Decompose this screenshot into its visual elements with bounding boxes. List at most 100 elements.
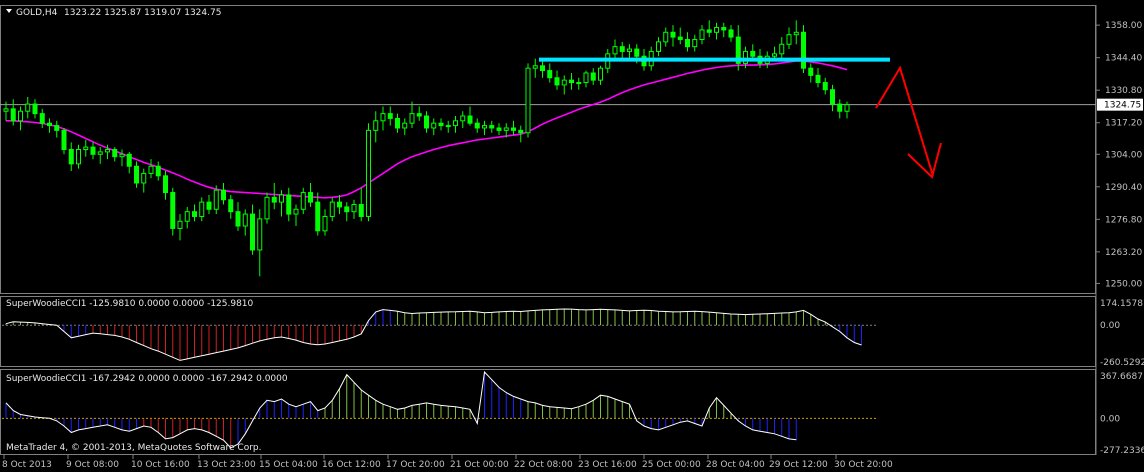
candle-body-bull: [25, 103, 31, 112]
candle: [213, 185, 219, 215]
candle-body-bear: [134, 165, 139, 184]
candle-body-bull: [576, 82, 582, 85]
cci1-tick-label: 0.00: [1100, 321, 1120, 331]
candle: [728, 25, 734, 42]
cci1-tick-label: -260.5292: [1100, 358, 1144, 368]
candle-body-bear: [554, 77, 560, 86]
candle: [525, 63, 531, 138]
candle-body-bear: [221, 189, 226, 201]
candle-body-bull: [279, 194, 284, 203]
candle-body-bear: [315, 201, 321, 232]
candle: [590, 68, 596, 85]
time-tick-label: 22 Oct 08:00: [514, 460, 573, 470]
candle: [808, 63, 814, 83]
candle: [286, 187, 292, 222]
candle-body-bear: [170, 192, 176, 229]
candle-body-bull: [119, 153, 125, 158]
candle: [344, 202, 350, 222]
candle-body-bull: [366, 129, 371, 217]
candle-body-bear: [271, 196, 277, 203]
candle-body-bull: [525, 67, 531, 134]
candle-body-bear: [250, 213, 255, 251]
candle: [250, 204, 255, 255]
time-tick-label: 30 Oct 20:00: [834, 460, 893, 470]
candle: [373, 111, 379, 143]
candle-body-bull: [351, 204, 357, 213]
candle: [670, 25, 676, 47]
candle: [460, 111, 466, 128]
candle: [119, 149, 125, 167]
candle-body-bull: [322, 215, 328, 232]
candle-body-bull: [184, 211, 190, 222]
time-tick-label: 15 Oct 04:00: [259, 460, 318, 470]
candle-body-bear: [837, 103, 843, 112]
candle: [656, 37, 661, 57]
candle-body-bull: [431, 122, 437, 129]
candle: [822, 77, 828, 95]
candle-body-bull: [786, 34, 792, 45]
candle-body-bear: [61, 129, 67, 151]
candle-body-bear: [54, 125, 60, 131]
candle: [438, 118, 444, 131]
time-tick-label: 13 Oct 23:00: [197, 460, 256, 470]
candle-body-bear: [126, 153, 132, 167]
candle-body-bear: [619, 46, 625, 52]
symbol-timeframe: GOLD,H4: [16, 8, 58, 18]
candle: [134, 161, 139, 188]
candle-body-bear: [206, 201, 212, 210]
candle-body-bull: [373, 120, 379, 131]
time-tick-label: 9 Oct 08:00: [66, 460, 119, 470]
candle: [83, 139, 89, 157]
candle-body-bear: [308, 192, 313, 203]
candle: [199, 197, 205, 222]
candle-body-bull: [793, 31, 799, 36]
candle: [489, 120, 495, 133]
candle-body-bull: [402, 122, 408, 129]
candle-body-bull: [714, 27, 719, 33]
candle: [228, 194, 234, 219]
candle: [76, 144, 81, 169]
candle-body-bear: [808, 67, 814, 76]
time-tick-label: 16 Oct 12:00: [322, 460, 381, 470]
candle-body-bear: [192, 211, 197, 217]
candle-body-bull: [242, 213, 248, 227]
candle-body-bull: [300, 192, 306, 210]
candle-body-bull: [105, 149, 110, 153]
cci1-title: SuperWoodieCCI1 -125.9810 0.0000 0.0000 …: [6, 299, 254, 309]
candle: [221, 182, 226, 205]
candle: [148, 159, 154, 179]
candle-body-bear: [547, 70, 553, 79]
price-tick-label: 1263.20: [1105, 248, 1142, 258]
dropdown-triangle-icon[interactable]: [6, 9, 12, 13]
candle-body-bear: [590, 72, 596, 81]
time-tick-label: 23 Oct 16:00: [578, 460, 637, 470]
price-tick-label: 1250.00: [1105, 279, 1142, 289]
candle: [685, 32, 690, 52]
time-tick-label: 29 Oct 12:00: [769, 460, 828, 470]
candle: [351, 199, 357, 219]
candle: [97, 147, 103, 164]
candle: [511, 120, 516, 136]
cci1-tick-label: 174.1578: [1100, 299, 1143, 309]
candle-body-bear: [47, 122, 52, 127]
candle-body-bull: [177, 220, 183, 229]
candle-body-bull: [532, 65, 538, 69]
candle-body-bear: [685, 38, 690, 48]
candle: [293, 204, 299, 227]
candle: [598, 65, 603, 85]
candle: [721, 22, 727, 38]
axes-layer: 1358.00 1344.40 1330.80 1317.20 1304.00 1290.…: [2, 21, 1144, 470]
candle: [554, 70, 560, 90]
candle-body-bull: [482, 125, 487, 129]
candle-body-bull: [257, 218, 263, 251]
projection-arrow: [875, 65, 934, 177]
chart-canvas[interactable]: 1358.00 1344.40 1330.80 1317.20 1304.00 1290.…: [0, 0, 1144, 472]
candle: [366, 123, 371, 222]
candle-body-bull: [612, 46, 618, 55]
candle: [170, 187, 176, 236]
candle: [322, 209, 328, 236]
candle-body-bear: [706, 29, 712, 33]
candle-body-bear: [670, 31, 676, 38]
candle: [206, 194, 212, 215]
candle-body-bear: [750, 50, 756, 57]
